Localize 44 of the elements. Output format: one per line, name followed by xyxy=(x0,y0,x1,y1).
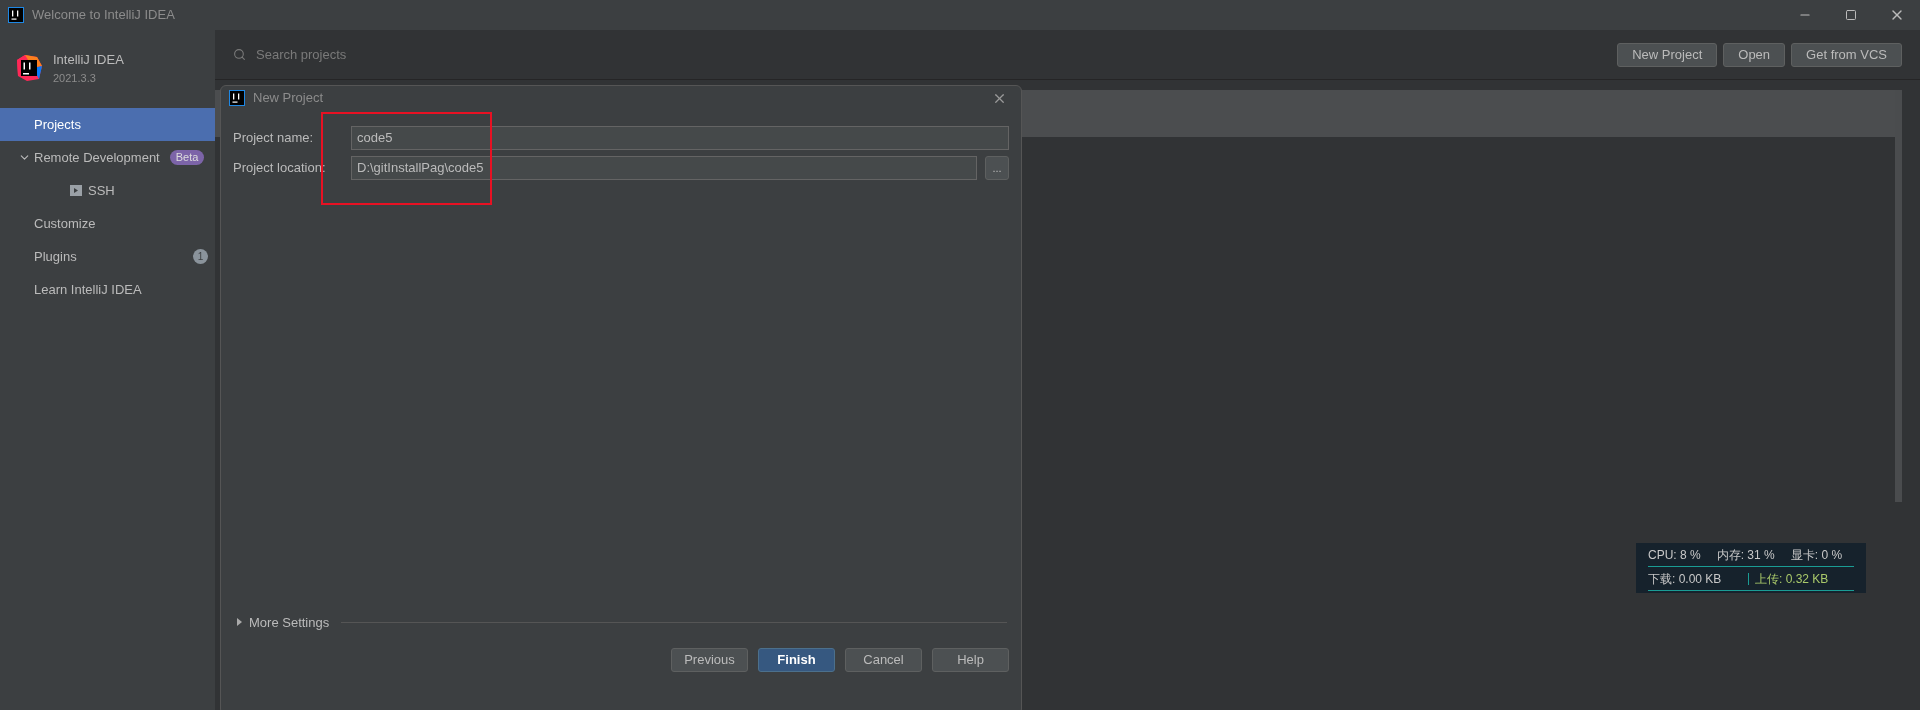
toolbar-button[interactable]: New Project xyxy=(1617,42,1718,67)
sidebar-item[interactable]: SSH xyxy=(0,174,215,207)
app-logo-icon xyxy=(229,90,245,106)
item-label: Customize xyxy=(34,214,96,233)
item-label: Learn IntelliJ IDEA xyxy=(34,280,142,299)
app-logo-icon xyxy=(8,7,24,23)
sidebar-item[interactable]: Plugins 1 xyxy=(0,240,215,273)
app-logo-icon xyxy=(15,54,43,82)
dialog-button[interactable]: Help xyxy=(932,648,1009,672)
more-settings-toggle[interactable]: More Settings xyxy=(249,612,330,632)
item-label: Projects xyxy=(34,115,81,134)
window-title: Welcome to IntelliJ IDEA xyxy=(32,6,175,25)
dialog-button[interactable]: Finish xyxy=(758,648,835,672)
item-label: SSH xyxy=(88,181,115,200)
text-field[interactable]: code5 xyxy=(351,126,1009,150)
count-badge: 1 xyxy=(193,249,208,264)
sidebar-item[interactable]: Projects xyxy=(0,108,215,141)
terminal-icon xyxy=(70,185,82,196)
gpu-reading: 显卡: 0 % xyxy=(1790,546,1843,564)
item-label: Plugins xyxy=(34,247,77,266)
field-label: Project name: xyxy=(233,129,315,148)
browse-button[interactable]: ... xyxy=(985,156,1009,180)
download-reading: 下载: 0.00 KB xyxy=(1648,570,1723,588)
sidebar-item[interactable]: Customize xyxy=(0,207,215,240)
search-field[interactable]: Search projects xyxy=(256,44,1618,65)
item-label: Remote Development xyxy=(34,148,160,167)
dialog-button[interactable]: Previous xyxy=(671,648,748,672)
search-icon xyxy=(233,48,246,61)
maximize-icon[interactable] xyxy=(1845,9,1857,21)
sidebar-item[interactable]: Learn IntelliJ IDEA xyxy=(0,273,215,306)
toolbar-button[interactable]: Get from VCS xyxy=(1791,42,1902,67)
beta-badge: Beta xyxy=(169,150,205,165)
dialog-button[interactable]: Cancel xyxy=(845,648,922,672)
scrollbar[interactable] xyxy=(1895,90,1902,502)
upload-reading: 上传: 0.32 KB xyxy=(1755,570,1829,588)
product-version: 2021.3.3 xyxy=(53,70,97,86)
product-name: IntelliJ IDEA xyxy=(53,51,124,69)
caret-right-icon[interactable] xyxy=(235,618,243,627)
sidebar-item[interactable]: Remote Development Beta xyxy=(0,141,215,174)
cpu-reading: CPU: 8 % xyxy=(1648,546,1701,564)
dialog-title: New Project xyxy=(253,89,324,108)
text-field[interactable]: D:\gitInstallPag\code5 xyxy=(351,156,977,180)
toolbar-button[interactable]: Open xyxy=(1723,42,1786,67)
memory-reading: 内存: 31 % xyxy=(1716,546,1775,564)
